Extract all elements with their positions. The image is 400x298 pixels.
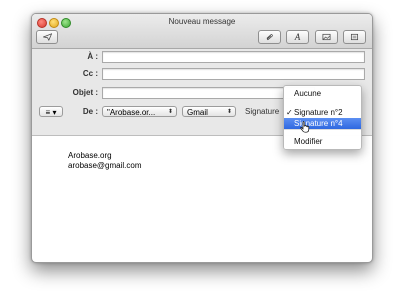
- from-select[interactable]: "Arobase.or... ⬍: [102, 106, 177, 117]
- signature-line-2: arobase@gmail.com: [68, 161, 142, 170]
- stepper-arrows-icon: ⬍: [226, 109, 232, 115]
- template-button[interactable]: [343, 30, 366, 44]
- message-body[interactable]: Arobase.org arobase@gmail.com: [68, 151, 141, 171]
- menu-item-signature-4[interactable]: Signature n°4: [284, 118, 361, 129]
- send-icon: [42, 33, 52, 41]
- from-select-value: "Arobase.or...: [107, 108, 156, 117]
- window-title: Nouveau message: [168, 17, 236, 26]
- account-select[interactable]: Gmail ⬍: [182, 106, 236, 117]
- menu-item-signature-2[interactable]: ✓ Signature n°2: [284, 107, 361, 118]
- cc-label: Cc :: [82, 69, 98, 78]
- menu-separator: [284, 129, 361, 130]
- menu-item-aucune[interactable]: Aucune: [284, 88, 361, 99]
- format-font-icon: A: [294, 32, 301, 42]
- account-select-value: Gmail: [187, 108, 208, 117]
- cc-field[interactable]: [102, 68, 365, 80]
- photo-browser-button[interactable]: [315, 30, 338, 44]
- pointer-hand-icon: [300, 121, 310, 133]
- send-button[interactable]: [36, 30, 58, 44]
- title-bar: Nouveau message A: [32, 14, 372, 49]
- subject-label: Objet :: [72, 88, 98, 97]
- signature-line-1: Arobase.org: [68, 151, 112, 160]
- to-field[interactable]: [102, 51, 365, 63]
- stationery-icon: [350, 33, 359, 41]
- stepper-arrows-icon: ⬍: [167, 109, 173, 115]
- attach-button[interactable]: [258, 30, 281, 44]
- signature-menu: Aucune ✓ Signature n°2 Signature n°4 Mod…: [283, 85, 362, 150]
- from-label: De :: [82, 107, 98, 116]
- header-fields-menu-button[interactable]: ≡ ▾: [39, 106, 63, 117]
- paperclip-icon: [266, 34, 273, 41]
- menu-item-modifier[interactable]: Modifier: [284, 136, 361, 147]
- signature-label: Signature: [245, 107, 280, 116]
- format-button[interactable]: A: [286, 30, 309, 44]
- checkmark-icon: ✓: [286, 108, 293, 117]
- to-label: À :: [87, 52, 98, 61]
- photo-icon: [322, 33, 331, 41]
